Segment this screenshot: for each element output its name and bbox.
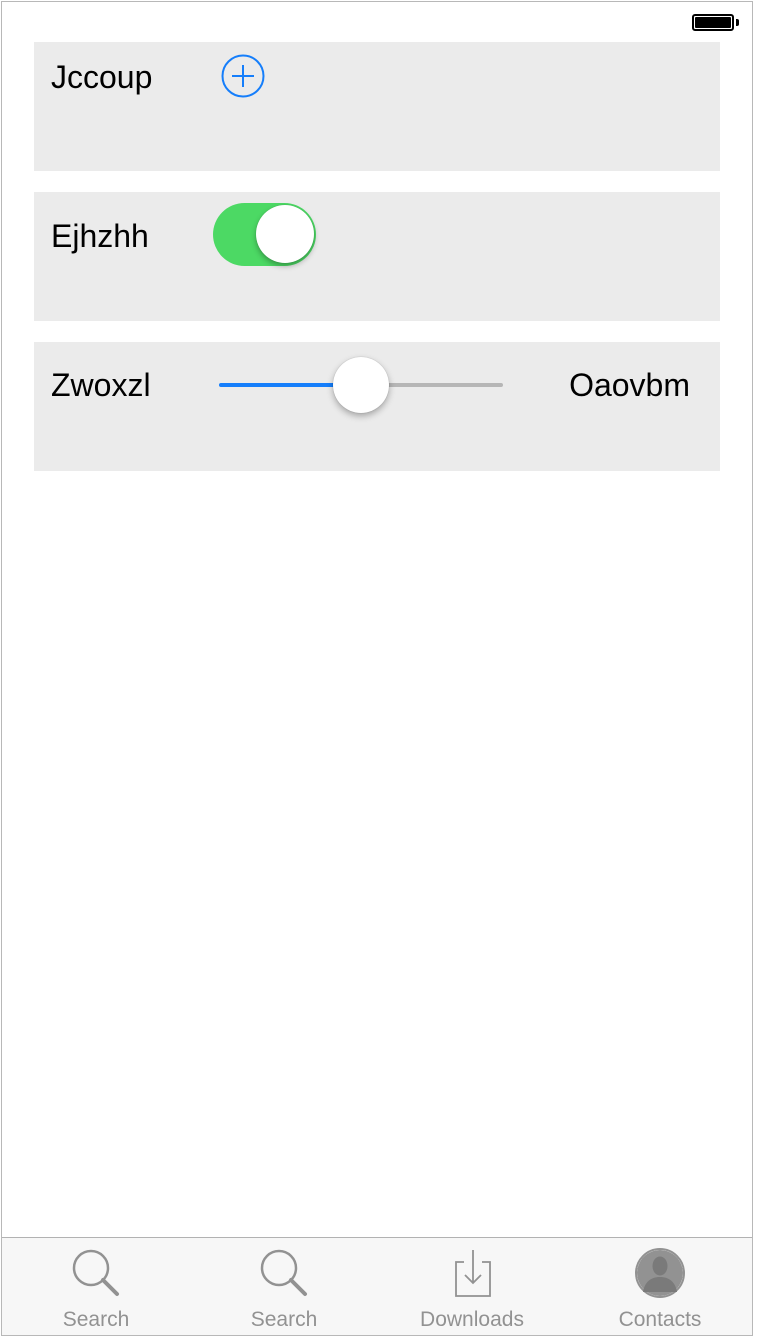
contact-icon — [635, 1248, 685, 1298]
battery-icon — [692, 14, 734, 31]
row-label: Jccoup — [51, 59, 153, 95]
value-slider[interactable] — [219, 354, 503, 414]
slider-max-label: Oaovbm — [569, 367, 690, 403]
tab-contacts[interactable]: Contacts — [566, 1238, 752, 1335]
slider-thumb[interactable] — [333, 357, 389, 413]
row-jccoup: Jccoup — [34, 42, 720, 171]
row-ejhzhh: Ejhzhh — [34, 192, 720, 321]
tab-label: Downloads — [420, 1308, 524, 1331]
tab-label: Search — [62, 1308, 130, 1331]
plus-circle-icon — [221, 54, 265, 98]
download-icon — [455, 1250, 491, 1297]
tab-search[interactable]: Search — [2, 1238, 190, 1335]
app-screen: Jccoup Ejhzhh Zwoxzl Oaovbm Search Searc… — [1, 1, 753, 1336]
search-icon — [260, 1249, 307, 1296]
tab-label: Search — [250, 1308, 318, 1331]
toggle-knob — [256, 205, 314, 263]
add-button[interactable] — [221, 54, 265, 98]
tab-downloads[interactable]: Downloads — [378, 1238, 566, 1335]
row-zwoxzl: Zwoxzl Oaovbm — [34, 342, 720, 471]
battery-level — [695, 17, 731, 28]
battery-nub — [736, 19, 739, 26]
toggle-switch[interactable] — [213, 203, 316, 267]
tab-bar: Search Search Downloads Contacts — [2, 1237, 752, 1335]
tab-label: Contacts — [618, 1308, 702, 1331]
tab-search-2[interactable]: Search — [190, 1238, 378, 1335]
row-label: Ejhzhh — [51, 218, 149, 254]
search-icon — [72, 1249, 119, 1296]
row-label: Zwoxzl — [51, 367, 151, 403]
status-bar — [2, 2, 752, 42]
